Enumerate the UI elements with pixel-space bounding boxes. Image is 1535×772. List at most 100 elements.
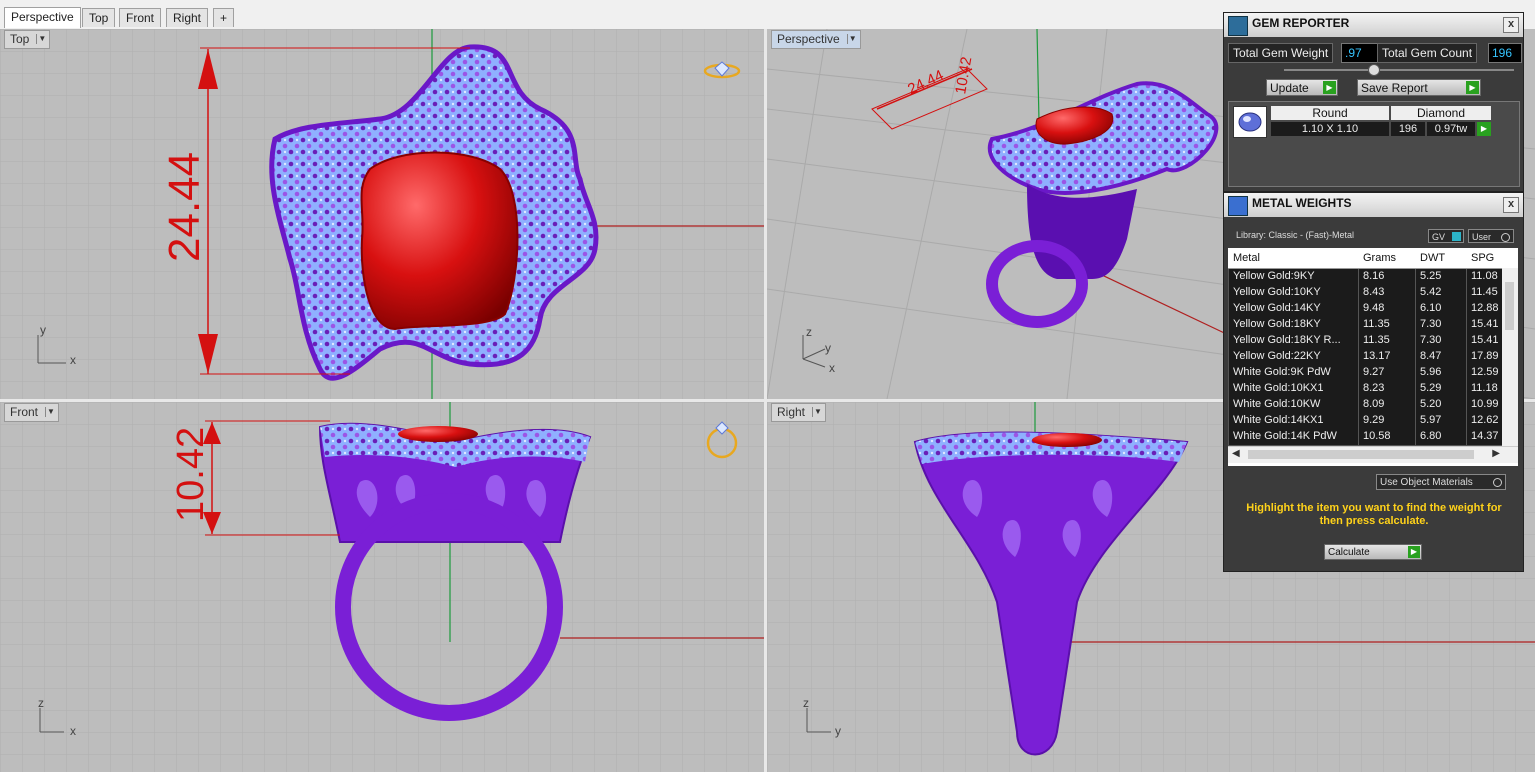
- dwt-cell: 5.42: [1415, 285, 1466, 301]
- save-report-button-label: Save Report: [1361, 81, 1428, 95]
- viewport-label-front[interactable]: Front ▼: [4, 403, 60, 422]
- user-toggle[interactable]: User: [1468, 229, 1514, 243]
- table-row[interactable]: White Gold:9K PdW 9.27 5.96 12.59: [1228, 365, 1518, 382]
- table-row[interactable]: Yellow Gold:14KY 9.48 6.10 12.88: [1228, 301, 1518, 318]
- metal-name-cell: White Gold:14K PdW: [1228, 429, 1358, 445]
- chevron-down-icon[interactable]: ▼: [36, 34, 47, 44]
- metal-name-cell: Yellow Gold:22KY: [1228, 349, 1358, 365]
- metal-name-cell: Yellow Gold:18KY R...: [1228, 333, 1358, 349]
- report-slider-handle[interactable]: [1368, 64, 1380, 76]
- vertical-scrollbar-thumb[interactable]: [1505, 282, 1514, 330]
- metal-name-cell: White Gold:10KX1: [1228, 381, 1358, 397]
- gem-reporter-header[interactable]: GEM REPORTER x: [1224, 13, 1523, 37]
- grams-cell: 9.27: [1358, 365, 1415, 381]
- dwt-cell: 6.10: [1415, 301, 1466, 317]
- tab-top[interactable]: Top: [82, 8, 116, 27]
- grams-cell: 8.43: [1358, 285, 1415, 301]
- play-icon: ▶: [1323, 81, 1336, 94]
- total-gem-count-value: 196: [1488, 43, 1522, 63]
- viewport-label-perspective[interactable]: Perspective ▼: [771, 30, 861, 49]
- axis-x-label: x: [70, 353, 76, 367]
- table-row[interactable]: White Gold:14KX1 9.29 5.97 12.62: [1228, 413, 1518, 430]
- grams-cell: 8.16: [1358, 269, 1415, 285]
- chevron-down-icon[interactable]: ▼: [846, 34, 858, 44]
- scrollbar-thumb[interactable]: [1248, 450, 1474, 459]
- gem-count-cell: 196: [1391, 122, 1425, 136]
- add-tab-button[interactable]: +: [213, 8, 235, 27]
- table-row[interactable]: White Gold:10KX1 8.23 5.29 11.18: [1228, 381, 1518, 398]
- table-row[interactable]: White Gold:10KW 8.09 5.20 10.99: [1228, 397, 1518, 414]
- column-grams[interactable]: Grams: [1363, 252, 1396, 264]
- use-object-materials-label: Use Object Materials: [1380, 477, 1473, 488]
- chevron-down-icon[interactable]: ▼: [812, 407, 823, 417]
- chevron-down-icon[interactable]: ▼: [45, 407, 56, 417]
- horizontal-scrollbar[interactable]: ◀ ▶: [1228, 446, 1518, 463]
- dimension-height-label: 10.42: [170, 426, 212, 522]
- dwt-cell: 5.29: [1415, 381, 1466, 397]
- table-row[interactable]: Yellow Gold:9KY 8.16 5.25 11.08: [1228, 269, 1518, 286]
- column-dwt[interactable]: DWT: [1420, 252, 1445, 264]
- scroll-left-icon[interactable]: ◀: [1232, 448, 1240, 459]
- axis-x-label: x: [829, 361, 835, 375]
- dwt-cell: 8.47: [1415, 349, 1466, 365]
- viewport-label-top[interactable]: Top ▼: [4, 30, 51, 49]
- gv-toggle-label: GV: [1432, 232, 1446, 242]
- metal-weights-table[interactable]: Metal Grams DWT SPG Yellow Gold:9KY 8.16 5…: [1228, 248, 1518, 466]
- update-button[interactable]: Update ▶: [1266, 79, 1338, 96]
- column-metal[interactable]: Metal: [1233, 252, 1260, 264]
- grams-cell: 8.23: [1358, 381, 1415, 397]
- close-icon[interactable]: x: [1503, 197, 1519, 213]
- total-gem-weight-value: .97: [1341, 43, 1379, 63]
- report-slider-track[interactable]: [1284, 69, 1514, 71]
- metal-name-cell: Yellow Gold:18KY: [1228, 317, 1358, 333]
- play-icon[interactable]: ▶: [1477, 122, 1491, 136]
- user-toggle-label: User: [1472, 232, 1492, 242]
- panel-title: METAL WEIGHTS: [1252, 196, 1352, 210]
- gem-type-header: Diamond: [1391, 106, 1491, 120]
- gem-reporter-icon: [1228, 16, 1248, 36]
- axis-y-label: y: [835, 724, 841, 738]
- dwt-cell: 7.30: [1415, 317, 1466, 333]
- grams-cell: 9.48: [1358, 301, 1415, 317]
- grams-cell: 9.29: [1358, 413, 1415, 429]
- panel-title: GEM REPORTER: [1252, 16, 1350, 30]
- tab-front[interactable]: Front: [119, 8, 162, 27]
- metal-name-cell: Yellow Gold:14KY: [1228, 301, 1358, 317]
- library-label: Library: Classic - (Fast)-Metal: [1236, 230, 1355, 240]
- metal-weights-header[interactable]: METAL WEIGHTS x: [1224, 193, 1523, 217]
- column-spg[interactable]: SPG: [1471, 252, 1494, 264]
- play-icon: ▶: [1466, 81, 1479, 94]
- dwt-cell: 6.80: [1415, 429, 1466, 445]
- save-report-button[interactable]: Save Report ▶: [1357, 79, 1481, 96]
- vertical-scrollbar[interactable]: [1502, 268, 1518, 446]
- table-row[interactable]: Yellow Gold:18KY R... 11.35 7.30 15.41: [1228, 333, 1518, 350]
- table-row[interactable]: Yellow Gold:18KY 11.35 7.30 15.41: [1228, 317, 1518, 334]
- metal-weights-icon: [1228, 196, 1248, 216]
- viewport-top[interactable]: Top ▼ 24.44 y x: [0, 29, 764, 399]
- update-button-label: Update: [1270, 81, 1309, 95]
- scroll-right-icon[interactable]: ▶: [1492, 448, 1500, 459]
- tab-perspective[interactable]: Perspective: [4, 7, 81, 28]
- viewport-label-right[interactable]: Right ▼: [771, 403, 827, 422]
- metal-name-cell: Yellow Gold:9KY: [1228, 269, 1358, 285]
- close-icon[interactable]: x: [1503, 17, 1519, 33]
- gem-size-cell: 1.10 X 1.10: [1271, 122, 1389, 136]
- viewport-front[interactable]: Front ▼ 10.42 z x: [0, 402, 764, 772]
- table-header: Metal Grams DWT SPG: [1228, 248, 1518, 269]
- calculate-button[interactable]: Calculate ▶: [1324, 544, 1422, 560]
- round-gem-thumbnail[interactable]: [1233, 106, 1267, 138]
- table-row[interactable]: Yellow Gold:10KY 8.43 5.42 11.45: [1228, 285, 1518, 302]
- tab-right[interactable]: Right: [166, 8, 209, 27]
- metal-name-cell: White Gold:10KW: [1228, 397, 1358, 413]
- calculate-button-label: Calculate: [1328, 547, 1370, 558]
- grams-cell: 11.35: [1358, 317, 1415, 333]
- table-row[interactable]: White Gold:14K PdW 10.58 6.80 14.37: [1228, 429, 1518, 446]
- gv-toggle[interactable]: GV: [1428, 229, 1464, 243]
- metal-name-cell: Yellow Gold:10KY: [1228, 285, 1358, 301]
- calculate-hint: Highlight the item you want to find the …: [1246, 502, 1502, 527]
- gem-reporter-panel: GEM REPORTER x Total Gem Weight .97 Tota…: [1223, 12, 1524, 192]
- gem-shape-header: Round: [1271, 106, 1389, 120]
- use-object-materials-toggle[interactable]: Use Object Materials: [1376, 474, 1506, 490]
- gem-weight-cell: 0.97tw: [1427, 122, 1475, 136]
- table-row[interactable]: Yellow Gold:22KY 13.17 8.47 17.89: [1228, 349, 1518, 366]
